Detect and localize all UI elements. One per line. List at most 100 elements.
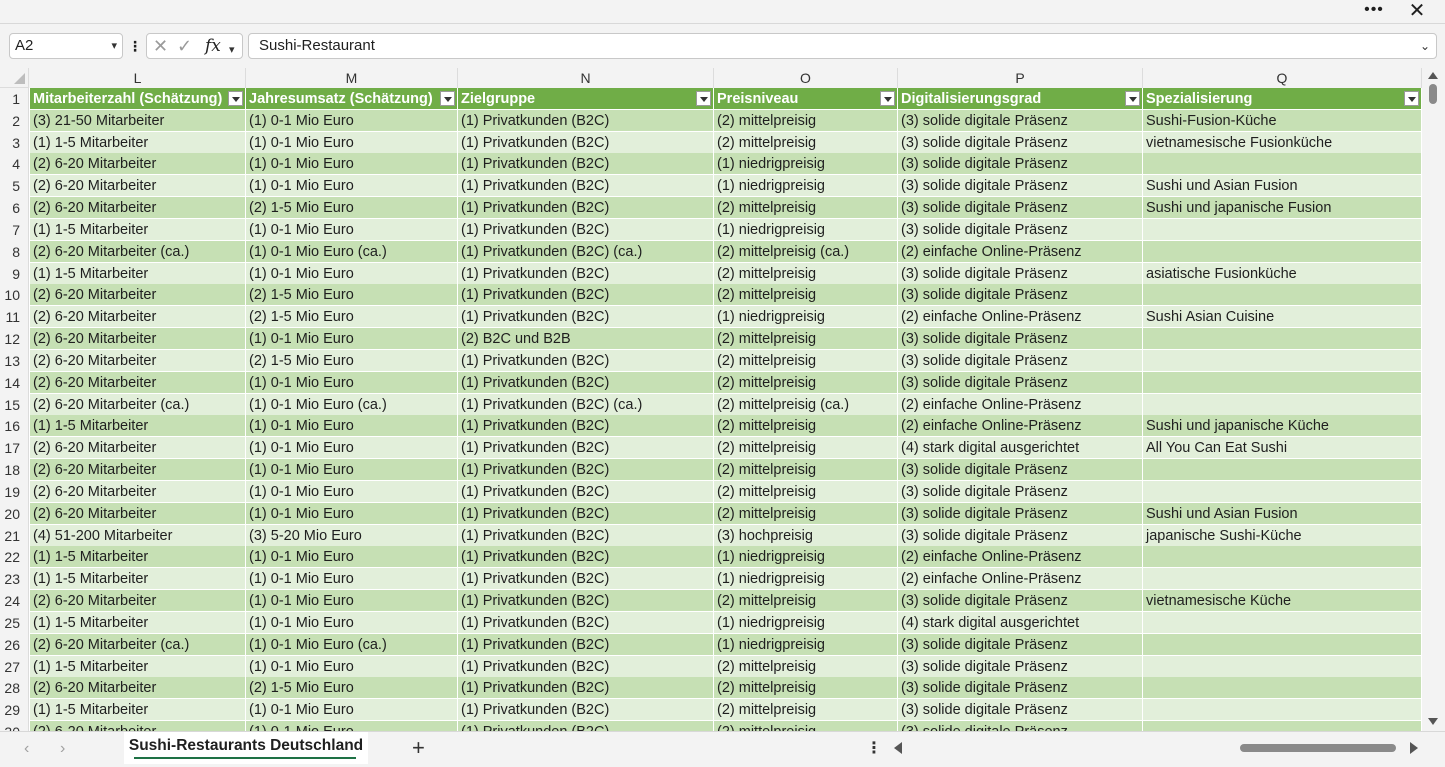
table-cell[interactable]: (4) stark digital ausgerichtet [898, 437, 1143, 460]
table-cell[interactable]: (1) Privatkunden (B2C) [458, 655, 714, 678]
table-cell[interactable] [1143, 546, 1422, 569]
insert-function-icon[interactable]: fx [205, 36, 221, 56]
table-cell[interactable]: (1) Privatkunden (B2C) [458, 262, 714, 285]
table-cell[interactable]: (2) 6-20 Mitarbeiter (ca.) [30, 633, 246, 656]
table-cell[interactable]: (2) mittelpreisig [714, 284, 898, 307]
table-cell[interactable]: (1) 0-1 Mio Euro [246, 218, 458, 241]
filter-dropdown-icon[interactable] [440, 91, 455, 106]
row-number[interactable]: 9 [0, 262, 29, 285]
row-number[interactable]: 21 [0, 524, 29, 547]
table-cell[interactable]: (1) Privatkunden (B2C) [458, 721, 714, 731]
column-header-l[interactable]: L [30, 68, 246, 88]
more-options-icon[interactable]: ••• [1362, 1, 1386, 21]
table-cell[interactable]: (2) mittelpreisig [714, 480, 898, 503]
table-cell[interactable]: (2) 6-20 Mitarbeiter [30, 328, 246, 351]
scroll-left-icon[interactable] [894, 742, 902, 754]
table-cell[interactable]: (2) mittelpreisig (ca.) [714, 240, 898, 263]
table-cell[interactable]: (1) niedrigpreisig [714, 568, 898, 591]
name-box[interactable]: A2 ▾ [9, 33, 123, 59]
table-cell[interactable]: (2) 6-20 Mitarbeiter [30, 306, 246, 329]
row-number[interactable]: 25 [0, 611, 29, 634]
table-cell[interactable]: Sushi und Asian Fusion [1143, 502, 1422, 525]
table-cell[interactable]: (2) mittelpreisig [714, 349, 898, 372]
table-cell[interactable]: (1) 0-1 Mio Euro [246, 153, 458, 176]
table-cell[interactable]: (1) niedrigpreisig [714, 218, 898, 241]
table-cell[interactable]: asiatische Fusionküche [1143, 262, 1422, 285]
row-number[interactable]: 11 [0, 306, 29, 329]
table-cell[interactable]: (1) Privatkunden (B2C) [458, 590, 714, 613]
table-cell[interactable] [1143, 153, 1422, 176]
table-cell[interactable]: (1) niedrigpreisig [714, 546, 898, 569]
table-cell[interactable]: (3) solide digitale Präsenz [898, 109, 1143, 132]
table-cell[interactable]: (1) 0-1 Mio Euro [246, 437, 458, 460]
header-cell[interactable]: Jahresumsatz (Schätzung) [246, 88, 458, 110]
table-cell[interactable] [1143, 699, 1422, 722]
filter-dropdown-icon[interactable] [228, 91, 243, 106]
table-cell[interactable]: (3) solide digitale Präsenz [898, 655, 1143, 678]
header-cell[interactable]: Mitarbeiterzahl (Schätzung) [30, 88, 246, 110]
row-number[interactable]: 8 [0, 240, 29, 263]
table-cell[interactable]: (1) niedrigpreisig [714, 153, 898, 176]
table-cell[interactable]: (3) solide digitale Präsenz [898, 590, 1143, 613]
row-number[interactable]: 10 [0, 284, 29, 307]
table-cell[interactable]: (2) 6-20 Mitarbeiter [30, 721, 246, 731]
header-cell[interactable]: Zielgruppe [458, 88, 714, 110]
table-cell[interactable]: (1) 0-1 Mio Euro (ca.) [246, 393, 458, 416]
table-cell[interactable]: (2) 6-20 Mitarbeiter [30, 371, 246, 394]
table-cell[interactable]: (1) Privatkunden (B2C) [458, 480, 714, 503]
table-cell[interactable]: (3) solide digitale Präsenz [898, 197, 1143, 220]
table-cell[interactable]: (3) solide digitale Präsenz [898, 677, 1143, 700]
table-cell[interactable] [1143, 349, 1422, 372]
row-number[interactable]: 19 [0, 480, 29, 503]
table-cell[interactable]: (2) 6-20 Mitarbeiter [30, 459, 246, 482]
table-cell[interactable]: (1) Privatkunden (B2C) [458, 153, 714, 176]
table-cell[interactable] [1143, 633, 1422, 656]
table-cell[interactable]: (1) 0-1 Mio Euro [246, 611, 458, 634]
table-cell[interactable]: (2) mittelpreisig [714, 590, 898, 613]
row-number[interactable]: 4 [0, 153, 29, 176]
table-cell[interactable]: (3) solide digitale Präsenz [898, 153, 1143, 176]
table-cell[interactable]: Sushi Asian Cuisine [1143, 306, 1422, 329]
table-cell[interactable]: (2) einfache Online-Präsenz [898, 240, 1143, 263]
table-cell[interactable]: (2) einfache Online-Präsenz [898, 546, 1143, 569]
row-number[interactable]: 27 [0, 655, 29, 678]
table-cell[interactable]: (2) mittelpreisig [714, 677, 898, 700]
table-cell[interactable]: (1) 0-1 Mio Euro [246, 328, 458, 351]
row-number[interactable]: 23 [0, 568, 29, 591]
table-cell[interactable]: (3) solide digitale Präsenz [898, 721, 1143, 731]
table-cell[interactable]: (1) Privatkunden (B2C) [458, 568, 714, 591]
table-cell[interactable]: (3) solide digitale Präsenz [898, 328, 1143, 351]
table-cell[interactable]: (2) mittelpreisig [714, 197, 898, 220]
table-cell[interactable] [1143, 240, 1422, 263]
filter-dropdown-icon[interactable] [1404, 91, 1419, 106]
table-cell[interactable] [1143, 611, 1422, 634]
table-cell[interactable]: vietnamesische Küche [1143, 590, 1422, 613]
table-cell[interactable] [1143, 284, 1422, 307]
table-cell[interactable] [1143, 677, 1422, 700]
table-cell[interactable] [1143, 655, 1422, 678]
table-cell[interactable]: (3) 5-20 Mio Euro [246, 524, 458, 547]
table-cell[interactable]: (2) 6-20 Mitarbeiter [30, 349, 246, 372]
header-cell[interactable]: Digitalisierungsgrad [898, 88, 1143, 110]
table-cell[interactable]: (2) mittelpreisig (ca.) [714, 393, 898, 416]
table-cell[interactable]: (2) mittelpreisig [714, 262, 898, 285]
table-cell[interactable]: (2) mittelpreisig [714, 131, 898, 154]
table-cell[interactable]: (1) 0-1 Mio Euro [246, 655, 458, 678]
table-cell[interactable]: (1) 0-1 Mio Euro [246, 459, 458, 482]
table-cell[interactable]: (1) 1-5 Mitarbeiter [30, 546, 246, 569]
column-header-q[interactable]: Q [1143, 68, 1422, 88]
select-all-corner[interactable] [0, 68, 29, 88]
add-sheet-button[interactable]: + [412, 736, 425, 760]
table-cell[interactable] [1143, 328, 1422, 351]
table-cell[interactable]: (2) 1-5 Mio Euro [246, 306, 458, 329]
table-cell[interactable]: Sushi und japanische Küche [1143, 415, 1422, 438]
row-number[interactable]: 26 [0, 633, 29, 656]
column-header-m[interactable]: M [246, 68, 458, 88]
scroll-up-icon[interactable] [1428, 72, 1438, 79]
table-cell[interactable]: (2) mittelpreisig [714, 502, 898, 525]
table-cell[interactable]: japanische Sushi-Küche [1143, 524, 1422, 547]
table-cell[interactable]: (1) Privatkunden (B2C) [458, 131, 714, 154]
row-number[interactable]: 28 [0, 677, 29, 700]
row-number[interactable]: 2 [0, 109, 29, 132]
table-cell[interactable]: (1) Privatkunden (B2C) [458, 524, 714, 547]
